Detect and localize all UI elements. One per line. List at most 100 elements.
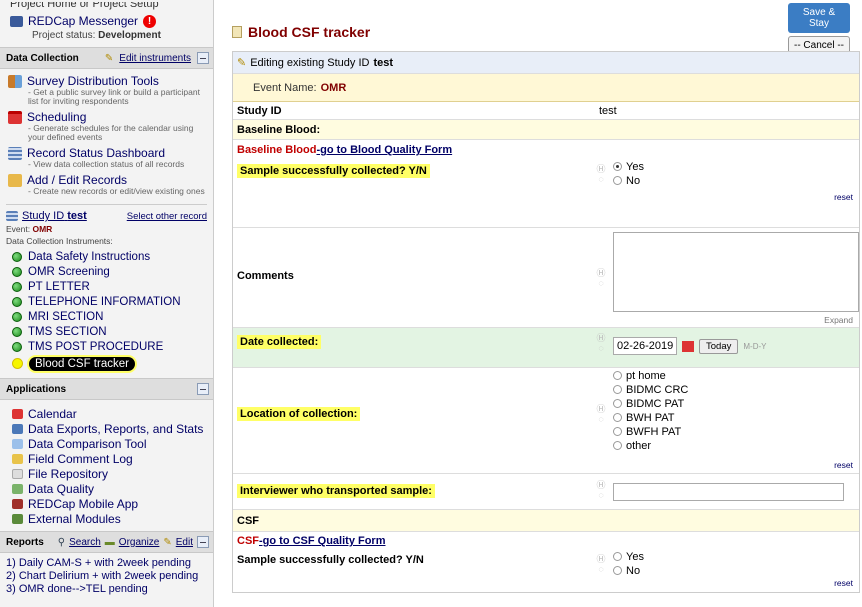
radio-circle[interactable] bbox=[613, 371, 622, 380]
instrument-label: MRI SECTION bbox=[28, 310, 104, 323]
location-option[interactable]: BWH PAT bbox=[613, 412, 688, 426]
radio-yes-label: Yes bbox=[626, 161, 644, 173]
radio-circle[interactable] bbox=[613, 399, 622, 408]
location-option[interactable]: pt home bbox=[613, 370, 688, 384]
project-status-label: Project status: bbox=[32, 30, 96, 41]
app-comparison-link[interactable]: Data Comparison Tool bbox=[28, 437, 147, 451]
history-icon[interactable]: Ⓗ ◌ bbox=[595, 480, 607, 500]
expand-link[interactable]: Expand bbox=[824, 315, 853, 325]
folder-icon: ▬ bbox=[104, 536, 115, 548]
study-id-value: test bbox=[599, 104, 617, 117]
location-option-label: BWFH PAT bbox=[626, 426, 682, 438]
report-item[interactable]: 1) Daily CAM-S + with 2week pending bbox=[6, 557, 213, 570]
instrument-item[interactable]: OMR Screening bbox=[0, 264, 213, 279]
location-option-label: pt home bbox=[626, 370, 666, 382]
interviewer-input[interactable] bbox=[613, 483, 844, 501]
history-icon[interactable]: Ⓗ ◌ bbox=[595, 164, 607, 184]
radio-no[interactable]: No bbox=[613, 175, 644, 189]
tool-add-edit: Add / Edit Records - Create new records … bbox=[0, 173, 213, 196]
select-other-record-link[interactable]: Select other record bbox=[127, 211, 207, 222]
reports-search-link[interactable]: Search bbox=[69, 537, 101, 548]
data-collection-header: Data Collection ✎ Edit instruments bbox=[0, 47, 213, 69]
radio-circle[interactable] bbox=[613, 413, 622, 422]
instrument-item[interactable]: TMS POST PROCEDURE bbox=[0, 339, 213, 354]
survey-distribution-desc: - Get a public survey link or build a pa… bbox=[28, 87, 200, 106]
radio-no-circle[interactable] bbox=[613, 566, 622, 575]
calendar-icon[interactable] bbox=[682, 340, 694, 352]
location-option-label: BIDMC PAT bbox=[626, 398, 685, 410]
messenger-link[interactable]: REDCap Messenger bbox=[28, 14, 138, 28]
date-input[interactable]: 02-26-2019 bbox=[613, 337, 677, 355]
event-name-value: OMR bbox=[320, 81, 347, 94]
reports-organize-link[interactable]: Organize bbox=[119, 537, 160, 548]
tools-list: Survey Distribution Tools - Get a public… bbox=[0, 69, 213, 196]
compare-icon bbox=[12, 438, 23, 449]
scheduling-link[interactable]: Scheduling bbox=[27, 110, 86, 124]
app-comment-log-link[interactable]: Field Comment Log bbox=[28, 452, 133, 466]
app-mobile-link[interactable]: REDCap Mobile App bbox=[28, 497, 138, 511]
tool-scheduling: Scheduling - Generate schedules for the … bbox=[0, 110, 213, 142]
reset-link[interactable]: reset bbox=[834, 192, 853, 202]
reset-link[interactable]: reset bbox=[834, 578, 853, 588]
location-option[interactable]: other bbox=[613, 440, 688, 454]
app-file-repository-link[interactable]: File Repository bbox=[28, 467, 108, 481]
collapse-data-collection-button[interactable] bbox=[197, 52, 209, 64]
study-id-row: Study ID test bbox=[233, 102, 859, 120]
history-icon[interactable]: Ⓗ ◌ bbox=[595, 268, 607, 288]
radio-yes[interactable]: Yes bbox=[613, 161, 644, 175]
instrument-item[interactable]: PT LETTER bbox=[0, 279, 213, 294]
location-option[interactable]: BIDMC CRC bbox=[613, 384, 688, 398]
instrument-item[interactable]: TMS SECTION bbox=[0, 324, 213, 339]
radio-circle[interactable] bbox=[613, 385, 622, 394]
survey-distribution-link[interactable]: Survey Distribution Tools bbox=[27, 74, 159, 88]
instrument-item[interactable]: TELEPHONE INFORMATION bbox=[0, 294, 213, 309]
radio-circle[interactable] bbox=[613, 427, 622, 436]
collapse-applications-button[interactable] bbox=[197, 383, 209, 395]
instrument-item[interactable]: Data Safety Instructions bbox=[0, 249, 213, 264]
radio-yes-circle[interactable] bbox=[613, 162, 622, 171]
radio-circle[interactable] bbox=[613, 441, 622, 450]
report-item[interactable]: 3) OMR done-->TEL pending bbox=[6, 583, 213, 596]
action-buttons: Save & Stay -- Cancel -- bbox=[788, 0, 850, 55]
reset-link[interactable]: reset bbox=[834, 460, 853, 470]
survey-tools-icon bbox=[8, 74, 22, 88]
location-option[interactable]: BIDMC PAT bbox=[613, 398, 688, 412]
instrument-item-current[interactable]: Blood CSF tracker bbox=[0, 356, 213, 371]
record-status-desc: - View data collection status of all rec… bbox=[28, 159, 185, 169]
report-item[interactable]: 2) Chart Delirium + with 2week pending bbox=[6, 570, 213, 583]
radio-yes[interactable]: Yes bbox=[613, 551, 644, 565]
history-icon[interactable]: Ⓗ ◌ bbox=[595, 404, 607, 424]
app-calendar-link[interactable]: Calendar bbox=[28, 407, 77, 421]
event-name-row: Event Name: OMR bbox=[233, 74, 859, 102]
blood-quality-form-link[interactable]: -go to Blood Quality Form bbox=[316, 144, 452, 156]
location-options: pt home BIDMC CRC BIDMC PAT BWH PAT BWFH… bbox=[613, 370, 688, 454]
save-and-stay-button[interactable]: Save & Stay bbox=[788, 3, 850, 33]
csf-quality-form-link[interactable]: -go to CSF Quality Form bbox=[259, 535, 386, 547]
collapse-reports-button[interactable] bbox=[197, 536, 209, 548]
complete-status-icon bbox=[12, 296, 22, 307]
comments-textarea[interactable] bbox=[613, 232, 859, 312]
radio-yes-circle[interactable] bbox=[613, 552, 622, 561]
location-option[interactable]: BWFH PAT bbox=[613, 426, 688, 440]
history-icon[interactable]: Ⓗ ◌ bbox=[595, 333, 607, 353]
date-row: Date collected: Ⓗ ◌ 02-26-2019 Today M-D-… bbox=[233, 328, 859, 368]
project-home-link[interactable]: Project Home or Project Setup bbox=[10, 2, 213, 12]
app-data-quality-link[interactable]: Data Quality bbox=[28, 482, 94, 496]
edit-instruments-link[interactable]: Edit instruments bbox=[119, 53, 191, 64]
radio-no-label: No bbox=[626, 565, 641, 577]
record-link[interactable]: Study ID test bbox=[22, 210, 87, 222]
today-button[interactable]: Today bbox=[699, 338, 739, 354]
app-exports-link[interactable]: Data Exports, Reports, and Stats bbox=[28, 422, 203, 436]
history-icon[interactable]: Ⓗ ◌ bbox=[595, 554, 607, 574]
app-external-modules-link[interactable]: External Modules bbox=[28, 512, 121, 526]
csf-red-text: CSF bbox=[237, 535, 259, 547]
instrument-item[interactable]: MRI SECTION bbox=[0, 309, 213, 324]
project-status-value: Development bbox=[98, 30, 161, 41]
radio-no[interactable]: No bbox=[613, 565, 644, 579]
data-entry-form: ✎ Editing existing Study ID test Event N… bbox=[232, 51, 860, 593]
add-edit-records-link[interactable]: Add / Edit Records bbox=[27, 173, 127, 187]
reports-edit-link[interactable]: Edit bbox=[176, 537, 193, 548]
record-status-dashboard-link[interactable]: Record Status Dashboard bbox=[27, 146, 165, 160]
instrument-label: OMR Screening bbox=[28, 265, 110, 278]
radio-no-circle[interactable] bbox=[613, 176, 622, 185]
